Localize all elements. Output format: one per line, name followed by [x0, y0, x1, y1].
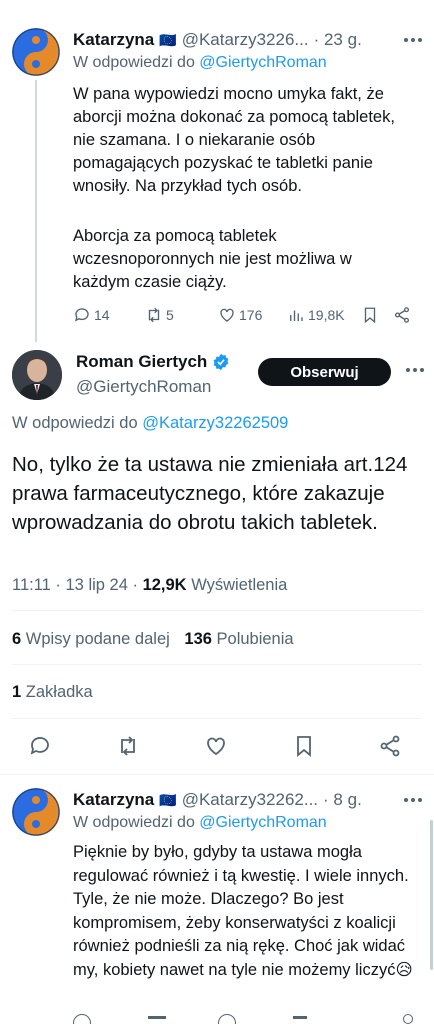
tweet-text-2: Aborcja za pomocą tabletek wczesnoporonn… [73, 227, 352, 291]
author-name[interactable]: Roman Giertych [76, 352, 207, 372]
divider [12, 664, 422, 665]
bookmark-button[interactable] [292, 734, 316, 763]
avatar[interactable] [12, 788, 60, 836]
reply-to-link[interactable]: @GiertychRoman [199, 54, 326, 71]
views-icon [290, 310, 303, 321]
bookmark-icon [364, 307, 376, 324]
reply-icon [74, 308, 89, 322]
like-icon [207, 737, 225, 756]
reply-context: W odpowiedzi do @GiertychRoman [73, 814, 327, 831]
tweet-timestamp[interactable]: 11:11 · 13 lip 24 · [12, 576, 138, 594]
tweet-meta: 11:11 · 13 lip 24 · 12,9K Wyświetlenia [12, 576, 287, 595]
portrait-avatar-icon [12, 350, 62, 400]
author-handle[interactable]: @GiertychRoman [76, 377, 211, 397]
author-handle[interactable]: @Katarzy32262... [182, 790, 318, 810]
reply-button[interactable]: 14 [73, 306, 110, 324]
author-name[interactable]: Katarzyna [73, 790, 154, 810]
thread-line [35, 80, 37, 342]
reply-to-link[interactable]: @GiertychRoman [199, 814, 326, 831]
main-tweet-text: No, tylko że ta ustawa nie zmieniała art… [12, 453, 408, 534]
engagement-stats: 6 Wpisy podane dalej 136 Polubienia [12, 630, 294, 649]
bookmark-icon [297, 736, 311, 757]
avatar[interactable] [12, 28, 60, 76]
yin-yang-avatar-icon [12, 28, 60, 76]
retweet-icon [121, 736, 135, 756]
views-label: Wyświetlenia [191, 576, 288, 594]
reply-icon [30, 737, 49, 755]
share-button[interactable] [393, 306, 411, 324]
eu-flag-icon: 🇪🇺 [159, 31, 177, 48]
retweet-button[interactable]: 5 [145, 306, 174, 324]
more-icon[interactable] [404, 798, 422, 802]
avatar[interactable] [12, 350, 62, 400]
eu-flag-icon: 🇪🇺 [159, 791, 177, 808]
share-icon [380, 735, 400, 757]
divider [12, 610, 422, 611]
reply-to-link[interactable]: @Katarzy32262509 [142, 414, 288, 432]
reply-button[interactable] [28, 734, 52, 763]
likes-stat[interactable]: 136 Polubienia [184, 630, 293, 648]
like-button[interactable]: 176 [218, 306, 262, 324]
retweet-icon [148, 307, 160, 323]
retweet-button[interactable] [116, 734, 140, 763]
bookmark-button[interactable] [361, 306, 379, 324]
tweet-actions [73, 1014, 418, 1024]
tweet-actions: 14 5 176 19,8K [73, 306, 418, 326]
reply-context: W odpowiedzi do @GiertychRoman [73, 54, 327, 71]
more-icon[interactable] [406, 368, 424, 372]
verified-icon [213, 353, 229, 371]
follow-button[interactable]: Obserwuj [258, 358, 391, 386]
tweet-text: Pięknie by było, gdyby ta ustawa mogła r… [73, 843, 413, 979]
tweet-text: W pana wypowiedzi mocno umyka fakt, że a… [73, 85, 395, 195]
divider [0, 774, 434, 775]
views-count: 12,9K [142, 576, 187, 594]
yin-yang-avatar-icon [12, 788, 60, 836]
reply-context: W odpowiedzi do @Katarzy32262509 [12, 414, 289, 432]
reposts-stat[interactable]: 6 Wpisy podane dalej [12, 630, 174, 648]
divider [12, 718, 422, 719]
top-cutoff-text [20, 0, 80, 2]
like-icon [220, 308, 234, 322]
tweet-time[interactable]: · 23 g. [314, 30, 362, 50]
share-icon [394, 307, 410, 323]
author-name[interactable]: Katarzyna [73, 30, 154, 50]
share-button[interactable] [378, 734, 402, 763]
more-icon[interactable] [404, 38, 422, 42]
tweet-time[interactable]: · 8 g. [323, 790, 362, 810]
like-button[interactable] [204, 734, 228, 763]
author-handle[interactable]: @Katarzy3226... [182, 30, 309, 50]
main-tweet-actions [0, 734, 434, 762]
bookmarks-stat[interactable]: 1 Zakładka [12, 683, 93, 702]
scrollbar[interactable] [430, 820, 433, 970]
views-button[interactable]: 19,8K [287, 306, 345, 324]
